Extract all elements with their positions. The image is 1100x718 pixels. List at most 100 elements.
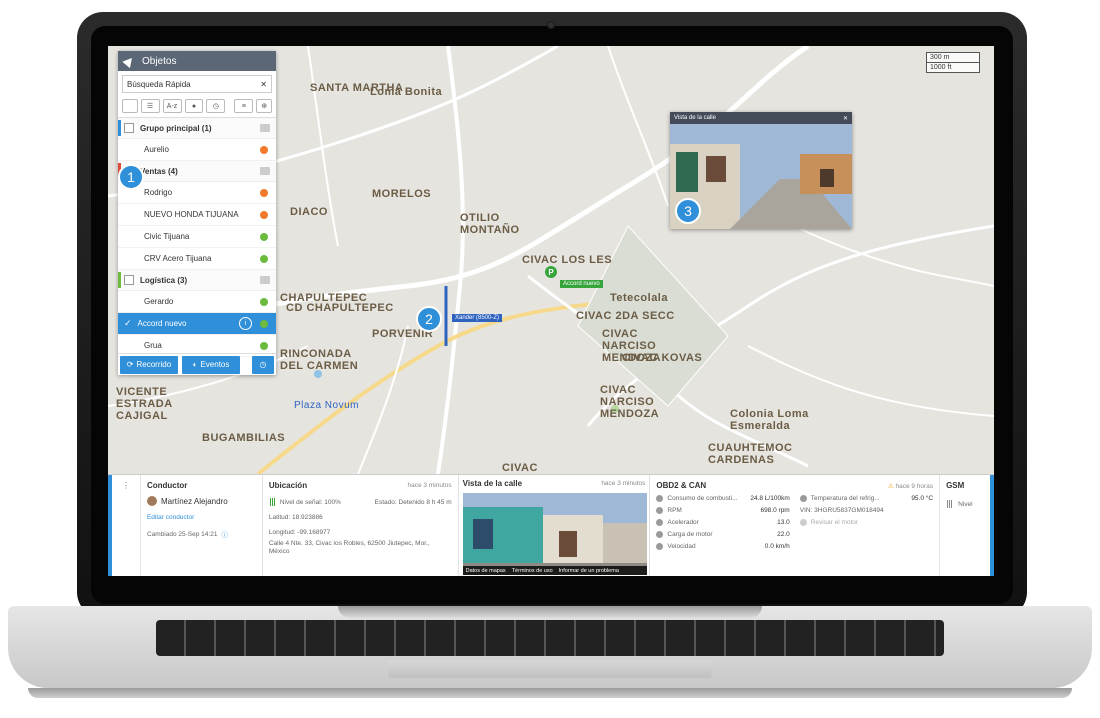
edit-driver-link[interactable]: Editar conductor [147,514,256,521]
status-dot-icon [260,341,268,350]
object-item[interactable]: Gerardo [118,291,276,313]
fuel-icon [656,495,664,502]
report-link[interactable]: Informar de un problema [559,568,619,574]
trackpad [388,660,712,678]
comment-icon[interactable] [260,124,270,132]
status-dot-icon [260,188,268,197]
map-data-link[interactable]: Datos de mapas [466,568,506,574]
history-button[interactable]: ◷ [252,355,274,374]
info-icon[interactable]: i [239,317,252,330]
checkmark-icon[interactable]: ✓ [124,318,132,329]
street-view-links: Datos de mapas Términos de uso Informar … [462,566,647,575]
list-view-icon[interactable]: ☰ [140,99,160,113]
object-name: NUEVO HONDA TIJUANA [144,210,239,219]
search-placeholder: Búsqueda Rápida [127,79,191,89]
group-row[interactable]: Grupo principal (1) [118,118,276,139]
gsm-level-label: Nivel [958,500,973,508]
obd-key: Acelerador [667,519,699,526]
laptop-foot [28,688,1072,698]
search-input[interactable]: Búsqueda Rápida ✕ [122,75,272,93]
group-row[interactable]: Logística (3) [118,270,276,291]
coolant-row: Temperatura del refrig... 95.0 °C [799,495,934,502]
callout-badge-1: 1 [118,164,144,190]
map-label: CIVAC 2DA SECC [576,310,675,322]
engine-icon [799,519,807,526]
map-label: DIACO [290,206,328,218]
info-icon[interactable]: ⓘ [221,529,228,539]
object-name: Accord nuevo [137,319,187,328]
street-view-popup-title: Vista de la calle [674,115,716,121]
group-color-bar [118,272,121,288]
vehicle-label[interactable]: Xander (8500-Z) [452,314,503,322]
group-checkbox[interactable] [124,275,134,285]
throttle-icon [656,519,664,526]
select-all-checkbox[interactable] [122,99,138,113]
coolant-value: 95.0 °C [911,495,934,502]
vehicle-tag-accord[interactable]: Accord nuevo [560,280,603,288]
driver-row: Martínez Alejandro [146,496,256,506]
driver-name: Martínez Alejandro [160,496,228,506]
obd-key: Velocidad [667,543,696,550]
clock-icon[interactable]: ◷ [206,99,226,113]
check-engine-row: Revisar el motor [799,519,933,526]
latitude: Latitud: 18.923886 [268,514,323,521]
object-item-selected[interactable]: ✓ Accord nuevo i [118,313,276,335]
map-scale: 300 m 1000 ft [926,52,980,73]
terms-link[interactable]: Términos de uso [512,568,553,574]
parking-marker-icon[interactable]: P [545,266,557,278]
object-item[interactable]: Aurelio [118,139,276,161]
gsm-title: GSM [946,481,965,490]
eventos-button[interactable]: ◐ Eventos [182,355,240,374]
map-label: CIVAC [502,462,538,474]
obd-time: hace 9 horas [895,482,934,490]
street-view-section: Vista de la calle hace 3 minutos Datos d… [459,475,651,576]
map-label: OTILIO MONTAÑO [460,212,520,236]
info-bar-edge-right [990,475,994,576]
object-item[interactable]: NUEVO HONDA TIJUANA [118,204,276,226]
clear-icon[interactable]: ✕ [260,80,267,89]
map-view[interactable]: SANTA MARTHA Loma Bonita MORELOS OTILIO … [108,46,994,474]
signal-icon [268,498,277,506]
target-icon[interactable]: ⊕ [256,99,272,113]
check-engine-label: Revisar el motor [810,519,859,526]
obd-time-row: ⚠ hace 9 horas [888,482,933,490]
street-view-title: Vista de la calle [462,479,523,488]
map-label: CIVAC LOS LES [522,254,613,266]
object-item[interactable]: Civic Tijuana [118,226,276,248]
street-view-thumbnail[interactable] [462,493,647,575]
map-label: Colonia Loma Esmeralda [730,408,809,432]
gsm-section: GSM Nivel [940,475,994,576]
sort-button[interactable]: A-z [162,99,182,113]
keyboard [156,620,944,656]
obd-value: 24.8 L/100km [750,495,790,502]
laptop-base [8,606,1092,710]
status-dot-icon [260,232,268,241]
signal-row: Nivel de señal: 100% Estado: Detenido 8 … [268,498,452,506]
recorrido-button[interactable]: ⟳ Recorrido [120,355,178,374]
info-bar-handle[interactable]: ⋮ [108,475,141,576]
status-dot-icon [260,145,268,154]
dot-filter-icon[interactable]: ● [184,99,204,113]
comment-icon[interactable] [260,276,270,284]
map-label: Plaza Novum [294,400,359,411]
map-label: Loma Bonita [370,86,443,98]
close-icon[interactable]: ✕ [843,115,848,122]
settings-icon[interactable]: ≡ [234,99,254,113]
scale-metric: 300 m [927,53,979,63]
group-checkbox[interactable] [124,123,134,133]
more-options-icon[interactable]: ⋮ [122,481,130,490]
object-item[interactable]: CRV Acero Tijuana [118,248,276,270]
object-item[interactable]: Rodrigo [118,182,276,204]
vehicle-state: Estado: Detenido 8 h 45 m [374,498,452,506]
panel-header: Objetos [118,51,276,71]
vin: VIN: 3HGRU5837GM018494 [799,507,884,514]
location-section: Ubicación hace 3 minutos Nivel de señal:… [263,475,459,576]
signal-level: Nivel de señal: 100% [279,498,341,506]
status-dot-icon [260,297,268,306]
map-label: CIVAC KOVAS [622,352,703,364]
panel-footer: ⟳ Recorrido ◐ Eventos ◷ [118,353,276,375]
comment-icon[interactable] [260,167,270,175]
location-title: Ubicación [268,481,308,490]
longitude: Longitud: -99.168977 [268,529,331,536]
obd-section: OBD2 & CAN ⚠ hace 9 horas Consumo de com… [650,475,941,576]
